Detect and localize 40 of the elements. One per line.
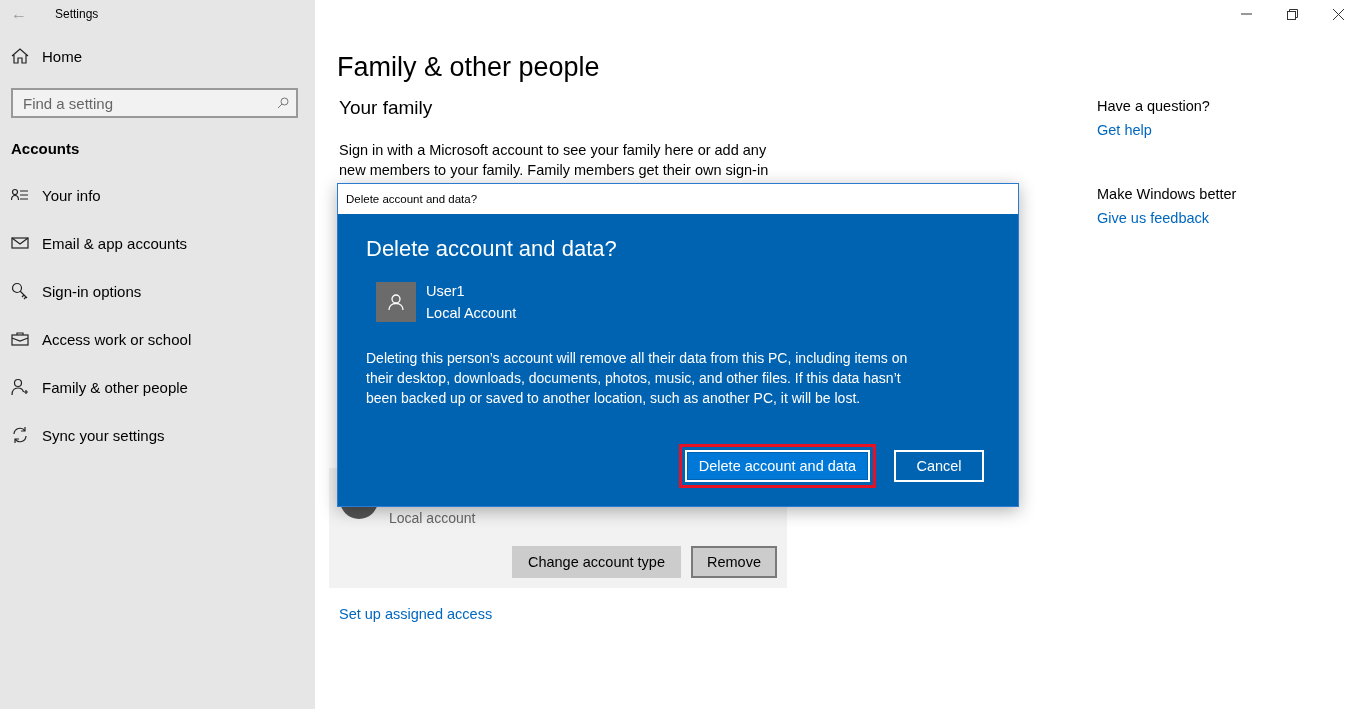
- dialog-button[interactable]: Cancel: [894, 450, 984, 482]
- section-heading: Accounts: [11, 140, 81, 157]
- minimize-icon: [1240, 13, 1252, 15]
- close-icon: [1332, 8, 1344, 20]
- window-title: Settings: [55, 7, 99, 21]
- user-account-type: Local Account: [426, 304, 517, 323]
- account-type: Local account: [389, 510, 476, 526]
- nav-item[interactable]: Sync your settings: [11, 411, 315, 459]
- nav-item[interactable]: Family & other people: [11, 363, 315, 411]
- aside-heading: Have a question?: [1097, 98, 1211, 114]
- account-button[interactable]: Change account type: [511, 546, 681, 578]
- restore-icon: [1286, 8, 1298, 20]
- user-name: User1: [426, 282, 466, 301]
- dialog-title: Delete account and data?: [338, 184, 1018, 214]
- mail-icon: [11, 236, 29, 250]
- person-icon: [388, 293, 404, 311]
- dialog-heading: Delete account and data?: [366, 236, 618, 262]
- dialog-message: Deleting this person’s account will remove all their data from this PC, including items on their desktop, downloads, documents, photos, music, and other files. If this data hasn’t been backed up or saved to another location, such as another PC, it will be lost.: [366, 349, 909, 408]
- search-field[interactable]: Find a setting: [11, 88, 298, 118]
- assigned-access-link[interactable]: Set up assigned access: [339, 606, 493, 622]
- contact-card-icon: [11, 188, 29, 202]
- aside-link[interactable]: Get help: [1097, 122, 1152, 138]
- nav-item[interactable]: Sign-in options: [11, 267, 315, 315]
- dialog-button[interactable]: Delete account and data: [684, 450, 870, 482]
- section-heading: Your family: [339, 97, 434, 119]
- account-button[interactable]: Remove: [691, 546, 777, 578]
- briefcase-icon: [11, 332, 29, 346]
- page-title: Family & other people: [337, 52, 601, 83]
- aside-link[interactable]: Give us feedback: [1097, 210, 1210, 226]
- person-add-icon: [11, 378, 29, 396]
- nav-item[interactable]: Your info: [11, 171, 315, 219]
- aside-heading: Make Windows better: [1097, 186, 1238, 202]
- nav-item[interactable]: Email & app accounts: [11, 219, 315, 267]
- home-nav-item[interactable]: Home: [11, 28, 315, 84]
- search-icon: [277, 97, 289, 109]
- family-description: Sign in with a Microsoft account to see your family here or add any new members to your family. Family members get their own sign-in: [339, 141, 770, 180]
- nav-item[interactable]: Access work or school: [11, 315, 315, 363]
- key-icon: [11, 282, 29, 300]
- home-icon: [11, 48, 29, 64]
- sync-icon: [11, 426, 29, 444]
